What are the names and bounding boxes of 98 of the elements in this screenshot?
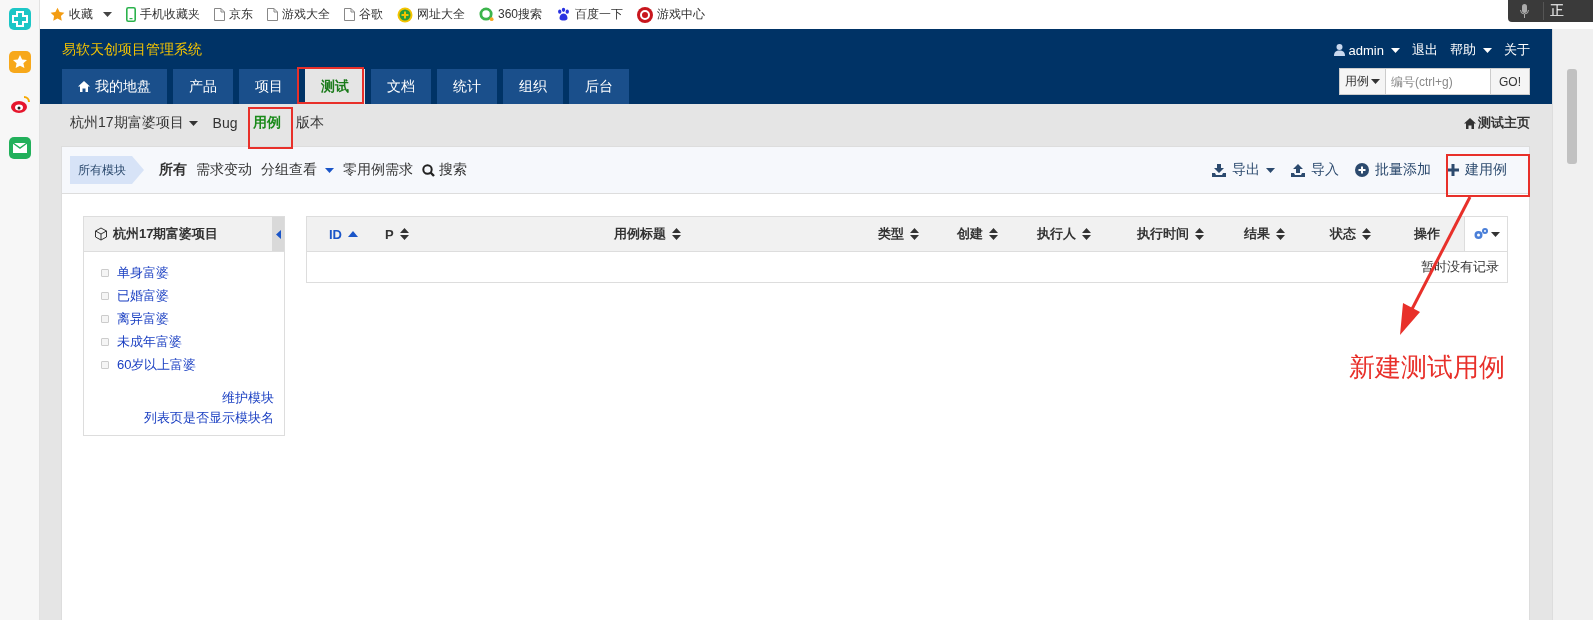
sub-nav-link[interactable]: 杭州17期富婆项目 bbox=[70, 114, 198, 132]
microphone-icon bbox=[1520, 4, 1529, 18]
breadcrumb[interactable]: 所有模块 bbox=[70, 156, 144, 184]
caret-left-icon bbox=[275, 229, 281, 239]
column-header[interactable]: ID bbox=[307, 217, 377, 251]
collapse-button[interactable] bbox=[272, 217, 284, 251]
column-header[interactable]: 操作 bbox=[1400, 217, 1464, 251]
page-icon bbox=[267, 8, 278, 21]
cube-icon bbox=[94, 227, 108, 241]
bookmark-link[interactable]: 百度一下 bbox=[575, 6, 624, 23]
caret-icon bbox=[1490, 231, 1500, 237]
star-icon bbox=[50, 7, 65, 22]
bullet-icon bbox=[101, 360, 109, 369]
annotation-text: 新建测试用例 bbox=[1349, 351, 1505, 384]
plus-circle-icon bbox=[397, 6, 413, 23]
search-icon bbox=[422, 163, 435, 177]
download-icon bbox=[1212, 163, 1226, 177]
game-circle-icon bbox=[637, 6, 654, 23]
column-header[interactable]: 执行人 bbox=[1016, 217, 1112, 251]
bookmark-link[interactable]: 网址大全 bbox=[417, 6, 465, 23]
page-icon bbox=[344, 8, 355, 21]
plus-circle-icon bbox=[1355, 163, 1369, 177]
bookmark-link[interactable]: 手机收藏夹 bbox=[140, 6, 200, 23]
column-header[interactable]: 创建 bbox=[938, 217, 1016, 251]
bookmark-link[interactable]: 360搜索 bbox=[498, 6, 543, 23]
voice-widget[interactable]: 正 bbox=[1508, 0, 1593, 22]
bullet-icon bbox=[101, 314, 109, 323]
scrollbar[interactable] bbox=[1552, 29, 1593, 620]
filter-link[interactable]: 所有 bbox=[159, 161, 187, 179]
highlight-frame bbox=[248, 107, 293, 149]
user-menu-link[interactable]: 退出 bbox=[1412, 41, 1438, 59]
toolbar-action[interactable]: 导入 bbox=[1291, 161, 1339, 179]
nav-tab[interactable]: 测试 bbox=[305, 69, 365, 104]
nav-tab[interactable]: 后台 bbox=[569, 69, 629, 104]
nav-tab[interactable]: 项目 bbox=[239, 69, 299, 104]
bookmark-link[interactable]: 谷歌 bbox=[359, 6, 383, 23]
column-header[interactable]: P bbox=[377, 217, 437, 251]
module-link[interactable]: 已婚富婆 bbox=[117, 286, 169, 305]
test-home-link[interactable]: 测试主页 bbox=[1478, 114, 1530, 132]
bookmark-link[interactable]: 收藏 bbox=[69, 6, 93, 23]
paw-icon bbox=[556, 7, 572, 22]
column-header[interactable]: 执行时间 bbox=[1112, 217, 1228, 251]
gears-icon bbox=[1472, 227, 1489, 241]
nav-tab[interactable]: 文档 bbox=[371, 69, 431, 104]
plus-icon bbox=[1447, 164, 1459, 176]
caret-icon bbox=[1266, 167, 1275, 173]
sub-nav-link[interactable]: Bug bbox=[212, 115, 238, 131]
bullet-icon bbox=[101, 268, 109, 277]
panel-title: 杭州17期富婆项目 bbox=[113, 225, 219, 243]
sub-nav-link[interactable]: 版本 bbox=[295, 114, 324, 132]
home-icon bbox=[1464, 117, 1476, 129]
go-button[interactable]: GO! bbox=[1491, 68, 1530, 95]
phone-icon bbox=[126, 7, 136, 22]
bookmark-link[interactable]: 游戏中心 bbox=[657, 6, 706, 23]
module-link[interactable]: 离异富婆 bbox=[117, 309, 169, 328]
column-settings-button[interactable] bbox=[1464, 217, 1507, 251]
column-header[interactable]: 用例标题 bbox=[437, 217, 858, 251]
filter-link[interactable]: 搜索 bbox=[422, 161, 467, 179]
filter-link[interactable]: 需求变动 bbox=[196, 161, 252, 179]
upload-icon bbox=[1291, 163, 1305, 177]
page-icon bbox=[214, 8, 225, 21]
column-header[interactable]: 结果 bbox=[1228, 217, 1300, 251]
home-icon bbox=[78, 81, 90, 92]
user-menu-link[interactable]: admin bbox=[1333, 41, 1400, 59]
module-link[interactable]: 60岁以上富婆 bbox=[117, 355, 197, 374]
nav-tab[interactable]: 统计 bbox=[437, 69, 497, 104]
app-icon[interactable] bbox=[8, 8, 31, 30]
module-link[interactable]: 单身富婆 bbox=[117, 263, 169, 282]
mail-icon[interactable] bbox=[8, 137, 31, 159]
user-menu-link[interactable]: 帮助 bbox=[1450, 41, 1492, 59]
bookmark-link[interactable]: 游戏大全 bbox=[282, 6, 330, 23]
bullet-icon bbox=[101, 337, 109, 346]
nav-tab[interactable]: 组织 bbox=[503, 69, 563, 104]
panel-link[interactable]: 维护模块 bbox=[222, 389, 274, 407]
panel-link[interactable]: 列表页是否显示模块名 bbox=[144, 409, 274, 427]
nav-tab[interactable]: 我的地盘 bbox=[62, 69, 167, 104]
ring-icon bbox=[479, 7, 494, 22]
bullet-icon bbox=[101, 291, 109, 300]
search-field[interactable]: 编号(ctrl+g) bbox=[1385, 68, 1491, 95]
app-title: 易软天创项目管理系统 bbox=[62, 41, 203, 59]
search-type-dropdown[interactable]: 用例 bbox=[1339, 68, 1385, 95]
toolbar-action[interactable]: 导出 bbox=[1212, 161, 1275, 179]
filter-link[interactable]: 零用例需求 bbox=[343, 161, 413, 179]
filter-link[interactable]: 分组查看 bbox=[261, 161, 334, 179]
user-menu-link[interactable]: 关于 bbox=[1504, 41, 1530, 59]
highlight-frame bbox=[297, 67, 364, 104]
caret-icon bbox=[325, 167, 334, 173]
nav-tab[interactable]: 产品 bbox=[173, 69, 233, 104]
user-icon bbox=[1333, 44, 1345, 56]
toolbar-action[interactable]: 批量添加 bbox=[1355, 161, 1431, 179]
column-header[interactable]: 类型 bbox=[858, 217, 938, 251]
toolbar-action[interactable]: 建用例 bbox=[1447, 161, 1507, 179]
caret-icon bbox=[1371, 79, 1380, 84]
column-header[interactable]: 状态 bbox=[1300, 217, 1400, 251]
sub-nav-link[interactable]: 用例 bbox=[252, 114, 281, 132]
bookmark-link[interactable]: 京东 bbox=[229, 6, 253, 23]
weibo-icon[interactable] bbox=[8, 94, 31, 116]
module-link[interactable]: 未成年富婆 bbox=[117, 332, 182, 351]
